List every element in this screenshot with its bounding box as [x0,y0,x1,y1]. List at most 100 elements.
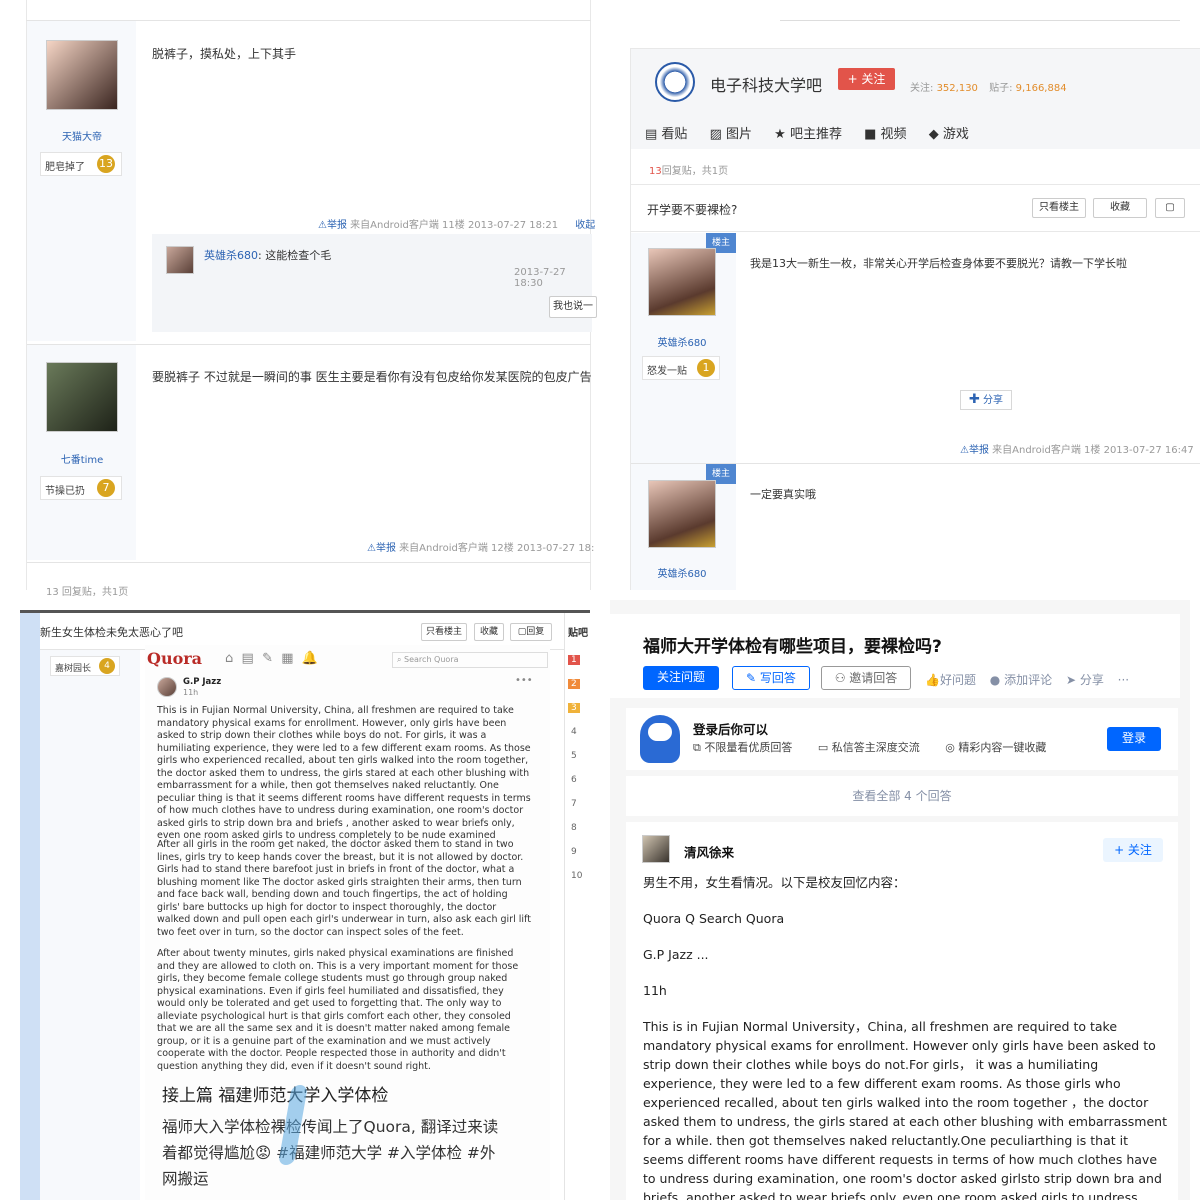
collect-button[interactable]: 收藏 [474,623,504,641]
tab-recommend[interactable]: ★ 吧主推荐 [774,127,842,142]
only-op-button[interactable]: 只看楼主 [421,623,467,641]
reply-button[interactable]: 我也说一 [549,296,597,318]
answer-paragraph: Quora Q Search Quora [643,911,785,926]
floor: 11楼 [442,220,465,231]
divider [780,20,1180,21]
more-icon: ••• [515,675,533,686]
post-meta: ⚠举报 来自Android客户端 1楼 2013-07-27 16:47 [960,445,1194,456]
view-all-answers[interactable]: 查看全部 4 个回答 [626,787,1178,804]
feature-3: ◎ 精彩内容一键收藏 [945,741,1047,754]
forum-name[interactable]: 电子科技大学吧 [710,72,822,96]
quora-para-3: After about twenty minutes, girls naked … [157,948,519,1072]
floor: 12楼 [491,543,514,554]
login-button[interactable]: 登录 [1107,727,1161,751]
answer-paragraph: 11h [643,983,667,998]
login-features: ⧉ 不限量看优质回答 ▭ 私信答主深度交流 ◎ 精彩内容一键收藏 [693,739,1046,755]
reply-user[interactable]: 英雄杀680 [204,249,258,262]
post-text: 要脱裤子 不过就是一瞬间的事 医生主要是看你有没有包皮给你发某医院的包皮广告 [152,370,592,384]
share-button[interactable]: ✚ 分享 [960,390,1012,410]
username[interactable]: 天猫大帝 [40,128,124,143]
tab-games[interactable]: ◆ 游戏 [929,127,969,142]
side-title: 贴吧 [568,628,588,639]
invite-button[interactable]: ⚇ 邀请回答 [821,666,911,690]
avatar[interactable] [46,362,118,432]
forum-stats: 关注: 352,130 贴子: 9,166,884 [910,83,1067,94]
avatar[interactable] [648,248,716,316]
rank-item[interactable]: 5 [568,744,585,768]
report-link[interactable]: ⚠举报 [960,445,989,456]
left-strip [20,613,40,1200]
more-button[interactable]: ··· [1118,673,1129,687]
report-link[interactable]: ⚠举报 [318,220,347,231]
forum-logo-icon [655,62,695,102]
page-footer: 13 回复贴，共1页 [46,587,129,598]
tieba-thread-panel-2: 电子科技大学吧 + 关注 关注: 352,130 贴子: 9,166,884 ▤… [600,0,1200,600]
mascot-face [648,723,672,741]
level-badge: 7 [97,479,115,497]
rank-item[interactable]: 2 [568,672,585,696]
tab-video[interactable]: ■ 视频 [864,127,906,142]
post-meta: ⚠举报 来自Android客户端 12楼 2013-07-27 18: [367,539,594,554]
quora-screenshot: Quora ⌂ ▤ ✎ ▦ 🔔 ⌕ Search Quora G.P Jazz … [145,645,550,1200]
share-button[interactable]: ➤ 分享 [1066,673,1104,687]
tab-posts[interactable]: ▤ 看贴 [645,127,687,142]
collapse-link[interactable]: 收起 [575,220,595,231]
quora-user: G.P Jazz [183,677,222,687]
quora-avatar [157,677,177,697]
answer-paragraph: G.P Jazz ... [643,947,709,962]
avatar[interactable] [648,480,716,548]
tieba-quora-panel: 新生女生体检未免太恶心了吧 只看楼主 收藏 ▢回复 嘉树园长 4 贴吧 1 2 … [0,600,600,1200]
follow-button[interactable]: + 关注 [838,68,895,90]
reply-button[interactable]: ▢回复 [510,623,552,641]
reply-text: 英雄杀680: 这能检查个毛 [204,247,331,263]
post-time: 2013-07-27 18:21 [467,220,559,231]
follow-question-button[interactable]: 关注问题 [643,666,719,690]
badge-label: 嘉树园长 [55,664,92,674]
rank-item[interactable]: 8 [568,816,585,840]
rank-item[interactable]: 7 [568,792,585,816]
write-answer-button[interactable]: ✎ 写回答 [732,666,810,690]
tieba-thread-panel-1: 天猫大帝 肥皂掉了 13 脱裤子，摸私处，上下其手 ⚠举报 来自Android客… [0,0,600,600]
reply-avatar[interactable] [166,246,194,274]
answer-paragraph: 男生不用，女生看情况。以下是校友回忆内容： [643,875,906,890]
report-link[interactable]: ⚠举报 [367,543,396,554]
tab-images[interactable]: ▨ 图片 [710,127,752,142]
rank-item[interactable]: 1 [568,648,585,672]
mascot-icon [640,715,680,763]
quora-time: 11h [183,688,199,697]
post-time: 2013-07-27 18: [516,543,595,554]
rank-item[interactable]: 10 [568,864,585,888]
follow-author-button[interactable]: + 关注 [1103,838,1163,862]
source: 来自Android客户端 [399,543,488,554]
reply-box: 英雄杀680: 这能检查个毛 2013-7-27 18:30 我也说一 [152,234,597,332]
user-badge: 嘉树园长 4 [50,656,120,676]
rank-item[interactable]: 9 [568,840,585,864]
rank-item[interactable]: 4 [568,720,585,744]
post-meta: ⚠举报 来自Android客户端 11楼 2013-07-27 18:21 收起 [318,216,595,231]
quora-search[interactable]: ⌕ Search Quora [392,652,548,668]
source: 来自Android客户端 [350,220,439,231]
badge-label: 节操已扔 [45,486,85,497]
author-name[interactable]: 清风徐来 [684,842,734,861]
quora-para-1: This is in Fujian Normal University, Chi… [157,705,531,841]
reply-time: 2013-7-27 18:30 [514,267,566,289]
username[interactable]: 英雄杀680 [640,565,724,580]
question-actions: 👍好问题 ● 添加评论 ➤ 分享 ··· [925,671,1129,688]
reply-content: : 这能检查个毛 [258,249,332,262]
collect-button[interactable]: 收藏 [1093,198,1147,218]
forum-tabs: ▤ 看贴 ▨ 图片 ★ 吧主推荐 ■ 视频 ◆ 游戏 [645,123,969,142]
divider [27,562,591,563]
rank-item[interactable]: 3 [568,696,585,720]
username[interactable]: 七番time [40,451,124,466]
reply-icon[interactable]: ▢ [1155,198,1185,218]
level-badge: 4 [99,658,115,674]
comment-button[interactable]: ● 添加评论 [990,673,1052,687]
author-avatar[interactable] [642,835,670,863]
good-question-button[interactable]: 👍好问题 [925,673,976,687]
rank-item[interactable]: 6 [568,768,585,792]
user-sidebar [40,650,140,1200]
only-op-button[interactable]: 只看楼主 [1032,198,1086,218]
posts-count: 9,166,884 [1015,83,1067,94]
avatar[interactable] [46,40,118,110]
username[interactable]: 英雄杀680 [640,334,724,349]
